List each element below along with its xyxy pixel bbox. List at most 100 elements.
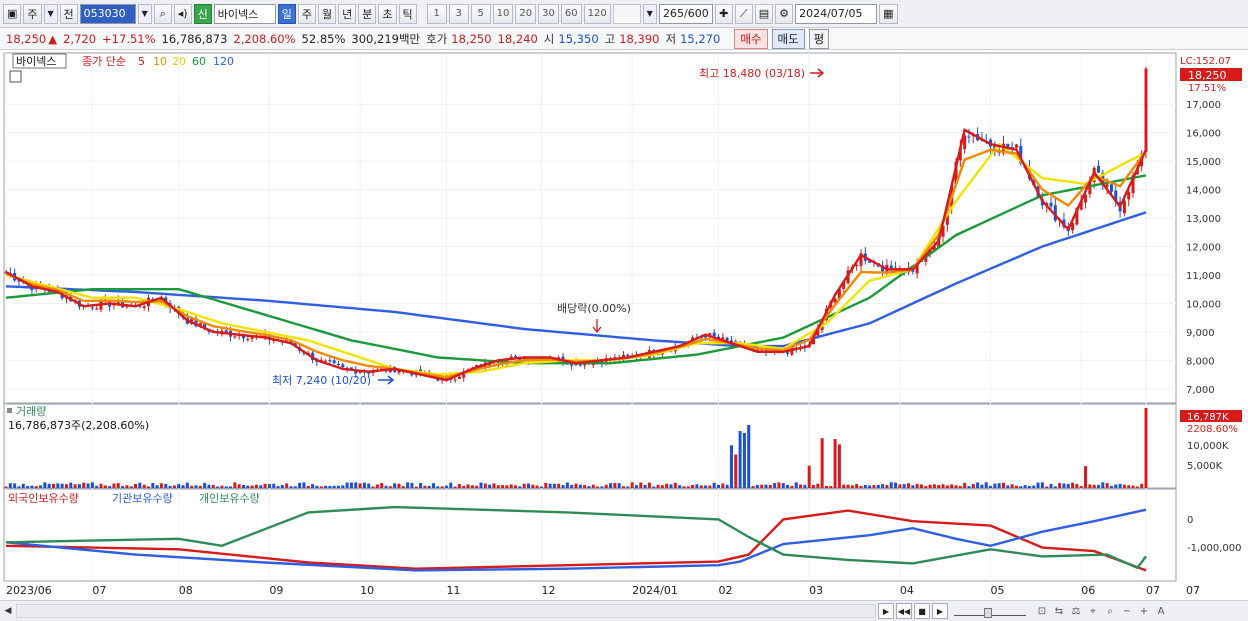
stop-icon[interactable]: ■ [914,603,930,619]
layout-icon[interactable]: ▣ [3,3,22,24]
interval-60[interactable]: 60 [560,3,582,24]
volume-bar [932,484,936,488]
scale-icon[interactable]: ⚖ [1069,604,1083,618]
volume-bar [466,484,470,488]
volume-bar [695,484,699,488]
candle-body [95,308,99,310]
chart-canvas[interactable]: 7,000 8,000 9,000 10,000 11,000 12,000 13,000 1… [0,51,1248,600]
sell-button[interactable]: 매도 [771,28,805,49]
volume-bar [548,483,552,488]
volume-bar [509,484,513,488]
low-price: 15,270 [680,31,721,46]
period-week[interactable]: 주 [297,3,317,24]
volume-panel-title: 거래량 [16,405,46,418]
buy-button[interactable]: 매수 [734,28,768,49]
stock-type-select[interactable]: 주 [23,3,42,24]
volume-bar [73,484,77,488]
scroll-left-icon[interactable]: ◀ [0,602,16,620]
chevron-down-icon[interactable]: ▼ [43,3,58,24]
zoom-slider[interactable] [954,606,1026,618]
period-year[interactable]: 년 [338,3,357,24]
volume-bar [950,484,954,488]
zoom-fit-icon[interactable]: ⊡ [1035,604,1049,618]
volume-bar [622,486,625,488]
interval-5[interactable]: 5 [470,3,491,24]
minus-icon[interactable]: − [1120,604,1134,618]
interval-120[interactable]: 120 [583,3,611,24]
volume-bar [734,454,738,488]
volume-bar [285,483,289,488]
price-tick-label: 14,000 [1186,186,1221,197]
calendar-icon[interactable]: ▦ [879,3,898,24]
scroll-right-icon[interactable]: ▶ [878,603,894,619]
compare-icon[interactable]: ⇆ [1052,604,1066,618]
period-tick[interactable]: 틱 [398,3,417,24]
draw-line-icon[interactable]: ⟋ [734,3,753,24]
gear-icon[interactable]: ⚙ [775,3,794,24]
volume-bar [155,485,159,488]
interval-20[interactable]: 20 [515,3,537,24]
volume-bar [729,445,733,488]
chart-area[interactable]: 7,000 8,000 9,000 10,000 11,000 12,000 13,000 1… [0,51,1248,600]
volume-bar [604,484,608,488]
period-second[interactable]: 초 [378,3,397,24]
interval-1[interactable]: 1 [426,3,447,24]
volume-bar [630,482,634,488]
forward-icon[interactable]: ▶ [932,603,948,619]
ma-legend-10: 10 [153,55,167,68]
candle-body [453,379,457,381]
font-size-icon[interactable]: A [1154,604,1168,618]
change-percent: +17.51% [102,31,156,46]
date-tick-label: 05 [991,584,1005,597]
interval-10[interactable]: 10 [492,3,514,24]
volume-bar [902,484,906,488]
rewind-icon[interactable]: ◀◀ [896,603,912,619]
interval-3[interactable]: 3 [448,3,469,24]
candle-body [457,376,461,380]
magnifier-icon[interactable]: ⌕ [1103,604,1117,618]
volume-bar [699,485,703,488]
volume-bar [600,486,604,488]
volume-bar [613,482,617,488]
period-minute[interactable]: 분 [358,3,377,24]
volume-bar [138,482,142,488]
dividend-annotation: 배당락(0.00%) [557,302,631,315]
crosshair-icon[interactable]: ⌖ [1086,604,1100,618]
volume-bar [159,483,163,488]
interval-30[interactable]: 30 [538,3,559,24]
low-annotation: 최저 7,240 (10/20) [272,374,371,387]
volume-bar [52,483,55,488]
volume-bar [56,483,60,488]
average-button[interactable]: 평 [808,28,830,49]
date-field[interactable]: 2024/07/05 [795,3,878,24]
volume-bar [596,486,600,488]
change-amount: 2,720 [63,31,97,46]
candle-body [514,356,518,358]
volume-bar [328,485,332,488]
interval-custom-field[interactable] [612,3,641,24]
chart-tools-icon[interactable]: ✚ [714,3,733,24]
quote-row: 18,250 ▲ 2,720 +17.51% 16,786,873 2,208.… [0,28,1248,50]
save-icon[interactable]: ▤ [754,3,774,24]
table-icon[interactable] [9,70,22,83]
volume-bar [95,485,99,488]
horizontal-scrollbar[interactable] [16,604,876,618]
period-day[interactable]: 일 [277,3,296,24]
volume-bar [475,485,479,488]
volume-bar [440,486,444,488]
search-icon[interactable]: ⌕ [153,3,172,24]
plus-icon[interactable]: + [1137,604,1151,618]
prev-button[interactable]: 전 [59,3,78,24]
zoom-knob[interactable] [984,608,992,618]
period-month[interactable]: 월 [318,3,337,24]
volume-bar [276,486,280,488]
lc-label: LC:152.07 [1180,56,1231,67]
data-count-field[interactable]: 265/600 [658,3,713,24]
volume-bar [26,486,30,488]
volume-bar [90,482,94,488]
speaker-icon[interactable]: ◂) [173,3,192,24]
price-tick-label: 15,000 [1186,157,1221,168]
chevron-down-icon[interactable]: ▼ [137,3,152,24]
chevron-down-icon[interactable]: ▼ [642,3,657,24]
stock-code-input[interactable]: 053030 [79,3,136,24]
